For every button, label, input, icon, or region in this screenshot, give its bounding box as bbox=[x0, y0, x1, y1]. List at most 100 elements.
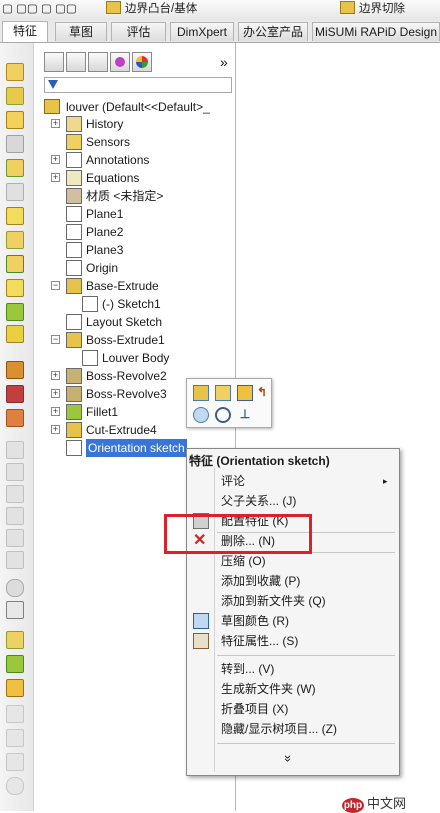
fillet-icon bbox=[66, 404, 82, 420]
tree-item-label: History bbox=[86, 117, 124, 131]
scale-icon[interactable] bbox=[6, 579, 24, 597]
tab-dimxpert[interactable]: DimXpert bbox=[170, 22, 234, 41]
reference-geometry-icon[interactable] bbox=[6, 485, 24, 503]
menu-item-sketch-color[interactable]: 草图颜色 (R) bbox=[221, 611, 289, 631]
rollback-icon[interactable] bbox=[237, 385, 253, 401]
submenu-arrow-icon: ▸ bbox=[383, 476, 388, 486]
site-watermark: php 中文网 bbox=[342, 796, 407, 813]
split-icon[interactable] bbox=[6, 601, 24, 619]
shell-icon[interactable] bbox=[6, 361, 24, 379]
menu-item-hide-show-tree-items[interactable]: 隐藏/显示树项目... (Z) bbox=[221, 719, 337, 739]
menu-title: 特征 (Orientation sketch) bbox=[189, 454, 330, 468]
extrude-icon bbox=[66, 332, 82, 348]
tree-item-label: Orientation sketch bbox=[86, 439, 187, 457]
lofted-boss-icon[interactable] bbox=[6, 135, 24, 153]
part-icon bbox=[44, 99, 60, 114]
indent-icon[interactable] bbox=[6, 753, 24, 771]
expander-icon[interactable]: + bbox=[51, 155, 60, 164]
plane-icon bbox=[66, 242, 82, 258]
expander-icon[interactable]: + bbox=[51, 425, 60, 434]
crosshair-icon bbox=[115, 57, 125, 67]
tree-item-label: Boss-Revolve2 bbox=[86, 369, 167, 383]
tab-features[interactable]: 特征 bbox=[2, 21, 48, 42]
hole-wizard-icon[interactable] bbox=[6, 551, 24, 569]
zoom-selection-icon[interactable] bbox=[215, 407, 231, 423]
menu-item-collapse-items[interactable]: 折叠项目 (X) bbox=[221, 699, 288, 719]
sketch-icon bbox=[82, 350, 98, 366]
expander-icon[interactable]: + bbox=[51, 173, 60, 182]
menu-item-suppress[interactable]: 压缩 (O) bbox=[221, 551, 266, 571]
normal-to-icon[interactable]: ⊥ bbox=[237, 407, 253, 423]
origin-icon bbox=[66, 260, 82, 276]
pie-icon bbox=[136, 56, 148, 68]
tab-evaluate[interactable]: 评估 bbox=[111, 22, 166, 41]
boundary-boss-button[interactable]: 边界凸台/基体 bbox=[106, 1, 197, 18]
tree-root-part[interactable]: louver (Default<<Default>_ bbox=[44, 98, 210, 116]
tab-sketch[interactable]: 草图 bbox=[55, 22, 107, 41]
mirror-icon[interactable] bbox=[6, 463, 24, 481]
lofted-cut-icon[interactable] bbox=[6, 231, 24, 249]
wrap-icon[interactable] bbox=[6, 385, 24, 403]
tree-item-label: Sensors bbox=[86, 135, 131, 149]
menu-item-parent-child[interactable]: 父子关系... (J) bbox=[221, 491, 296, 511]
tree-item-label: Plane2 bbox=[86, 225, 124, 239]
property-manager-tab-button[interactable] bbox=[66, 52, 86, 72]
draft-icon[interactable] bbox=[6, 325, 24, 343]
dome-icon[interactable] bbox=[6, 409, 24, 427]
flex-icon[interactable] bbox=[6, 777, 24, 795]
tab-misumi[interactable]: MiSUMi RAPiD Design bbox=[312, 22, 440, 41]
show-hide-icon[interactable] bbox=[193, 407, 209, 423]
linear-pattern-icon[interactable] bbox=[6, 279, 24, 297]
edit-feature-icon[interactable] bbox=[215, 385, 231, 401]
revolve-icon[interactable] bbox=[6, 87, 24, 105]
move-copy-body-icon[interactable] bbox=[6, 655, 24, 673]
delete-face-icon[interactable] bbox=[6, 705, 24, 723]
feature-manager-tab-button[interactable] bbox=[44, 52, 64, 72]
intersect-icon[interactable] bbox=[6, 441, 24, 459]
swept-boss-icon[interactable] bbox=[6, 111, 24, 129]
undo-arrow-icon[interactable]: ↰ bbox=[257, 385, 273, 401]
context-menu: 特征 (Orientation sketch) 评论 ▸ 父子关系... (J)… bbox=[186, 448, 400, 776]
boundary-cut-button[interactable]: 边界切除 bbox=[340, 1, 405, 18]
menu-icon-gutter bbox=[214, 467, 215, 772]
tree-filter-input[interactable] bbox=[44, 77, 232, 93]
expander-icon[interactable]: + bbox=[51, 119, 60, 128]
tree-item-label: Base-Extrude bbox=[86, 279, 159, 293]
swept-cut-icon[interactable] bbox=[6, 207, 24, 225]
replace-face-icon[interactable] bbox=[6, 729, 24, 747]
menu-item-add-to-favorites[interactable]: 添加到收藏 (P) bbox=[221, 571, 300, 591]
menu-item-add-to-new-folder[interactable]: 添加到新文件夹 (Q) bbox=[221, 591, 326, 611]
menu-separator bbox=[217, 655, 395, 656]
menu-item-create-new-folder[interactable]: 生成新文件夹 (W) bbox=[221, 679, 316, 699]
tree-item-label: Plane3 bbox=[86, 243, 124, 257]
fillet-icon[interactable] bbox=[6, 255, 24, 273]
curves-icon[interactable] bbox=[6, 507, 24, 525]
configuration-manager-tab-button[interactable] bbox=[88, 52, 108, 72]
instant3d-icon[interactable] bbox=[6, 529, 24, 547]
revolved-cut-icon[interactable] bbox=[6, 183, 24, 201]
expander-icon[interactable]: + bbox=[51, 407, 60, 416]
rib-icon[interactable] bbox=[6, 303, 24, 321]
expander-icon[interactable]: − bbox=[51, 281, 60, 290]
expander-icon[interactable]: − bbox=[51, 335, 60, 344]
extruded-boss-icon[interactable] bbox=[6, 63, 24, 81]
dimxpert-manager-tab-button[interactable] bbox=[110, 52, 130, 72]
freeform-icon[interactable] bbox=[6, 679, 24, 697]
display-manager-tab-button[interactable] bbox=[132, 52, 152, 72]
menu-expand-chevron-icon[interactable]: » bbox=[281, 755, 296, 762]
menu-item-feature-properties[interactable]: 特征属性... (S) bbox=[221, 631, 298, 651]
combine-icon[interactable] bbox=[6, 631, 24, 649]
expander-icon[interactable]: + bbox=[51, 389, 60, 398]
menu-item-go-to[interactable]: 转到... (V) bbox=[221, 659, 274, 679]
expander-icon[interactable]: + bbox=[51, 371, 60, 380]
sketch-icon bbox=[66, 440, 82, 456]
cut-extrude-icon bbox=[66, 422, 82, 438]
menu-item-comment[interactable]: 评论 bbox=[221, 471, 245, 491]
tree-item-label: Layout Sketch bbox=[86, 315, 163, 329]
panel-more-button[interactable]: » bbox=[220, 54, 228, 70]
material-icon bbox=[66, 188, 82, 204]
extruded-cut-icon[interactable] bbox=[6, 159, 24, 177]
edit-sketch-icon[interactable] bbox=[193, 385, 209, 401]
tree-item-label: 材质 <未指定> bbox=[86, 189, 164, 203]
tab-office-products[interactable]: 办公室产品 bbox=[238, 22, 308, 41]
